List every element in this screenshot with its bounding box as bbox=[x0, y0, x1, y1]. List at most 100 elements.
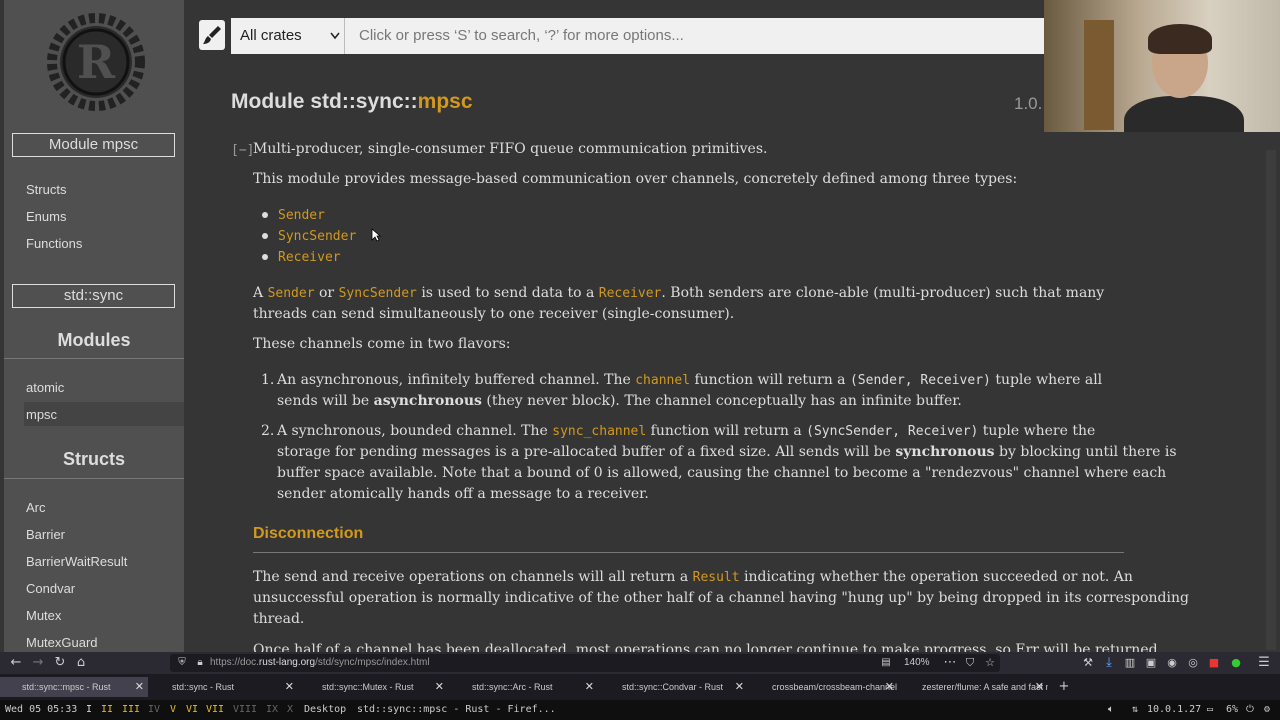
new-tab-icon[interactable]: + bbox=[1056, 679, 1072, 695]
tab-std-sync[interactable]: std::sync - Rust ✕ bbox=[150, 677, 298, 697]
extension-icon[interactable]: ◉ bbox=[1164, 655, 1180, 671]
tab-std-sync-mutex[interactable]: std::sync::Mutex - Rust ✕ bbox=[300, 677, 448, 697]
tab-label: std::sync::Arc - Rust bbox=[472, 682, 553, 692]
fn-link-channel[interactable]: channel bbox=[635, 373, 690, 388]
sidebar-struct-arc[interactable]: Arc bbox=[26, 500, 46, 515]
workspace-9[interactable]: IX bbox=[266, 700, 278, 720]
tab-std-sync-arc[interactable]: std::sync::Arc - Rust ✕ bbox=[450, 677, 598, 697]
reload-icon[interactable]: ↻ bbox=[52, 655, 68, 671]
scrollbar[interactable] bbox=[1266, 150, 1276, 650]
sidebar-struct-condvar[interactable]: Condvar bbox=[26, 581, 75, 596]
text: is used to send data to a bbox=[421, 285, 595, 301]
download-icon[interactable]: ⤓ bbox=[1101, 655, 1117, 671]
ip-address: 10.0.1.27 bbox=[1147, 704, 1202, 715]
workspace-3[interactable]: III bbox=[122, 700, 140, 720]
speaker-icon[interactable]: 🔈︎ bbox=[1108, 700, 1114, 720]
reader-view-icon[interactable]: ▤ bbox=[878, 655, 894, 671]
sidebar-item-structs[interactable]: Structs bbox=[26, 182, 66, 197]
type-link-receiver[interactable]: Receiver bbox=[599, 286, 662, 301]
close-icon[interactable]: ✕ bbox=[435, 677, 444, 697]
menu-icon[interactable]: ☰ bbox=[1256, 655, 1272, 671]
crate-select[interactable]: All crates bbox=[231, 18, 345, 54]
type-link-syncsender[interactable]: SyncSender bbox=[339, 286, 417, 301]
chevron-down-icon bbox=[330, 32, 340, 40]
workspace-1[interactable]: I bbox=[86, 700, 92, 720]
flavor-item-2-line3: buffer space available. Note that a boun… bbox=[277, 465, 1167, 481]
section-heading-disconnection[interactable]: Disconnection bbox=[253, 525, 363, 543]
battery-level: 6% bbox=[1226, 704, 1239, 715]
extension-icon[interactable]: ◎ bbox=[1185, 655, 1201, 671]
sidebar-struct-mutexguard[interactable]: MutexGuard bbox=[26, 635, 98, 650]
theme-picker-button[interactable] bbox=[199, 20, 225, 50]
sidebar-struct-barrier[interactable]: Barrier bbox=[26, 527, 65, 542]
close-icon[interactable]: ✕ bbox=[585, 677, 594, 697]
type-link-syncsender[interactable]: SyncSender bbox=[278, 229, 356, 244]
shield-icon[interactable]: ⛨ bbox=[174, 655, 190, 671]
more-actions-icon[interactable]: ⋯ bbox=[942, 655, 958, 671]
url-domain: rust-lang.org bbox=[258, 657, 316, 668]
tab-flume[interactable]: zesterer/flume: A safe and fast m ✕ bbox=[900, 677, 1048, 697]
list-number: 1. bbox=[261, 372, 275, 388]
extension-icon[interactable]: ● bbox=[1228, 655, 1244, 671]
sidebar-module-atomic[interactable]: atomic bbox=[26, 380, 64, 395]
sidebar-module-mpsc[interactable]: mpsc bbox=[26, 407, 57, 422]
tab-std-sync-mpsc[interactable]: std::sync::mpsc - Rust ✕ bbox=[0, 677, 148, 697]
close-icon[interactable]: ✕ bbox=[735, 677, 744, 697]
power-icon[interactable]: ⏻ bbox=[1246, 700, 1254, 720]
wrench-icon[interactable]: ⚒ bbox=[1080, 655, 1096, 671]
active-window-title: std::sync::mpsc - Rust - Firef... bbox=[357, 704, 556, 715]
page-title-module-link[interactable]: mpsc bbox=[418, 90, 473, 113]
text: by blocking until there is bbox=[999, 444, 1177, 460]
type-link-sender[interactable]: Sender bbox=[268, 286, 315, 301]
close-icon[interactable]: ✕ bbox=[885, 677, 894, 697]
partially-visible-paragraph: Once half of a channel has been dealloca… bbox=[253, 642, 1158, 652]
fn-link-sync-channel[interactable]: sync_channel bbox=[552, 424, 646, 439]
back-icon[interactable]: ← bbox=[8, 655, 24, 671]
sidebar-toggle-icon[interactable]: ▣ bbox=[1143, 655, 1159, 671]
network-icon[interactable]: ⇅ bbox=[1132, 700, 1138, 720]
sidebar-item-enums[interactable]: Enums bbox=[26, 209, 66, 224]
sidebar-separator bbox=[4, 358, 184, 359]
zoom-level[interactable]: 140% bbox=[904, 654, 930, 672]
desktop-label[interactable]: Desktop bbox=[304, 700, 346, 720]
sidebar-module-title[interactable]: Module mpsc bbox=[12, 133, 175, 157]
workspace-4[interactable]: IV bbox=[148, 700, 160, 720]
code-tuple: (SyncSender, Receiver) bbox=[806, 424, 979, 439]
sidebar-struct-mutex[interactable]: Mutex bbox=[26, 608, 61, 623]
bookmark-star-icon[interactable]: ☆ bbox=[982, 655, 998, 671]
ublock-icon[interactable]: ■ bbox=[1206, 655, 1222, 671]
sidebar-parent-module[interactable]: std::sync bbox=[12, 284, 175, 308]
workspace-2[interactable]: II bbox=[101, 700, 113, 720]
type-link-receiver[interactable]: Receiver bbox=[278, 250, 341, 265]
workspace-8[interactable]: VIII bbox=[233, 700, 257, 720]
home-icon[interactable]: ⌂ bbox=[73, 655, 89, 671]
tab-label: std::sync::Mutex - Rust bbox=[322, 682, 414, 692]
library-icon[interactable]: ▥ bbox=[1122, 655, 1138, 671]
forward-icon[interactable]: → bbox=[30, 655, 46, 671]
pocket-icon[interactable]: ⛉ bbox=[962, 655, 978, 671]
close-icon[interactable]: ✕ bbox=[135, 677, 144, 697]
workspace-5[interactable]: V bbox=[170, 700, 176, 720]
disconnection-paragraph-line2: unsuccessful operation is normally indic… bbox=[253, 590, 1189, 606]
bold-text: synchronous bbox=[895, 444, 995, 460]
type-link-result[interactable]: Result bbox=[693, 570, 740, 585]
workspace-7[interactable]: VII bbox=[206, 700, 224, 720]
tab-std-sync-condvar[interactable]: std::sync::Condvar - Rust ✕ bbox=[600, 677, 748, 697]
close-icon[interactable]: ✕ bbox=[1035, 677, 1044, 697]
search-input[interactable]: Click or press ‘S’ to search, ‘?’ for mo… bbox=[345, 18, 1045, 54]
type-link-sender[interactable]: Sender bbox=[278, 208, 325, 223]
collapse-toggle[interactable]: [−] bbox=[231, 140, 254, 161]
lock-icon[interactable]: 🔒︎ bbox=[192, 655, 208, 671]
flavor-item-2-line4: sender atomically hands off a message to… bbox=[277, 486, 649, 502]
sidebar-item-functions[interactable]: Functions bbox=[26, 236, 82, 251]
workspace-6[interactable]: VI bbox=[186, 700, 198, 720]
rust-logo-icon[interactable]: R bbox=[46, 12, 146, 112]
tab-label: std::sync::mpsc - Rust bbox=[22, 682, 111, 692]
tab-crossbeam-channel[interactable]: crossbeam/crossbeam-channel ✕ bbox=[750, 677, 898, 697]
settings-icon[interactable]: ⚙ bbox=[1264, 700, 1270, 720]
code-tuple: (Sender, Receiver) bbox=[849, 373, 991, 388]
url-bar[interactable]: ⛨ 🔒︎ https://doc.rust-lang.org/std/sync/… bbox=[170, 654, 1000, 672]
close-icon[interactable]: ✕ bbox=[285, 677, 294, 697]
workspace-10[interactable]: X bbox=[287, 700, 293, 720]
sidebar-struct-barrierwaitresult[interactable]: BarrierWaitResult bbox=[26, 554, 127, 569]
